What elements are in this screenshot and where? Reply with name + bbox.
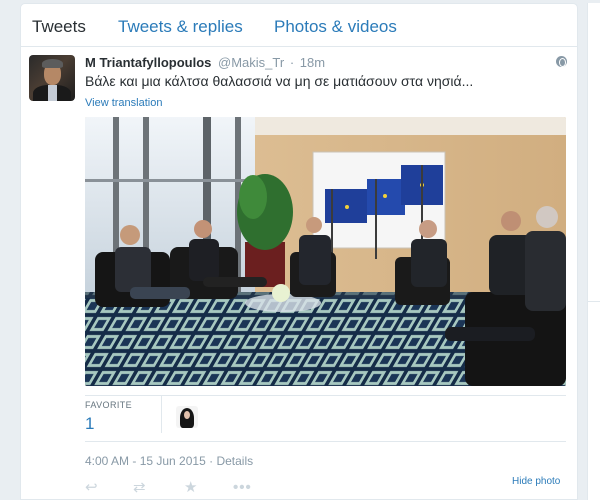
hide-photo-link[interactable]: Hide photo	[512, 476, 560, 487]
tweet-header: M Triantafyllopoulos @Makis_Tr · 18m	[85, 55, 325, 70]
author-handle[interactable]: @Makis_Tr	[218, 55, 284, 70]
tweet-text: Βάλε και μια κάλτσα θαλασσιά να μη σε μα…	[85, 73, 474, 89]
reply-icon[interactable]: ↩	[85, 480, 98, 496]
tweet-photo[interactable]	[85, 117, 566, 386]
tab-tweets-and-replies[interactable]: Tweets & replies	[118, 17, 243, 37]
tweet-timestamp: 4:00 AM - 15 Jun 2015 · Details	[85, 454, 253, 468]
header-separator: ·	[289, 55, 295, 70]
globe-icon	[556, 56, 567, 67]
favorite-stat-label: FAVORITE	[85, 400, 133, 410]
retweet-icon[interactable]: ⇄	[133, 480, 146, 496]
profile-timeline: Tweets Tweets & replies Photos & videos …	[20, 3, 578, 500]
tab-tweets[interactable]: Tweets	[32, 17, 86, 37]
profile-tabs: Tweets Tweets & replies Photos & videos	[21, 4, 577, 47]
stats-vertical-divider	[161, 395, 162, 433]
favoriter-avatar[interactable]	[176, 406, 198, 428]
tab-photos-and-videos[interactable]: Photos & videos	[274, 17, 397, 37]
right-column-edge	[587, 3, 600, 500]
favorite-count[interactable]: 1	[85, 414, 94, 434]
view-translation-link[interactable]: View translation	[85, 97, 162, 109]
timestamp-text: 4:00 AM - 15 Jun 2015	[85, 454, 206, 468]
favorite-icon[interactable]: ★	[184, 480, 197, 496]
author-avatar[interactable]	[29, 55, 75, 101]
details-link[interactable]: Details	[216, 454, 253, 468]
stats-divider-bottom	[85, 441, 566, 442]
more-options-icon[interactable]: •••	[233, 480, 252, 496]
stats-divider-top	[85, 395, 566, 396]
author-name[interactable]: M Triantafyllopoulos	[85, 55, 211, 70]
timestamp-separator: ·	[209, 454, 214, 468]
tweet-time[interactable]: 18m	[300, 55, 325, 70]
